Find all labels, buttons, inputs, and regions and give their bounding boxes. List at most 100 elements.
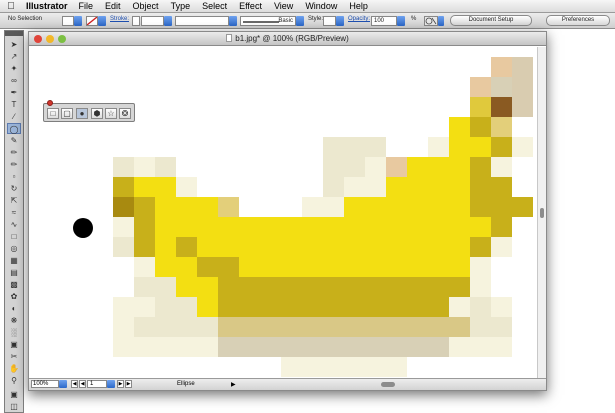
opacity-field[interactable]: 100 bbox=[371, 16, 397, 26]
brush-definition-field[interactable]: Basic bbox=[240, 16, 296, 26]
pen-tool-icon[interactable]: ✒ bbox=[7, 87, 21, 98]
stroke-swatch[interactable] bbox=[86, 16, 98, 26]
banana-pixel bbox=[365, 157, 386, 177]
banana-pixel bbox=[386, 217, 407, 237]
menu-help[interactable]: Help bbox=[349, 1, 368, 11]
artboard-number-field[interactable]: 1 bbox=[87, 380, 107, 388]
close-flyout-button[interactable] bbox=[47, 100, 53, 106]
perspective-grid-tool-icon[interactable]: ▦ bbox=[7, 255, 21, 266]
last-artboard-button[interactable]: ▶ bbox=[125, 380, 132, 388]
document-setup-button[interactable]: Document Setup bbox=[450, 15, 532, 26]
free-transform-tool-icon[interactable]: □ bbox=[7, 231, 21, 242]
graphic-style-swatch[interactable] bbox=[323, 16, 336, 26]
scale-tool-icon[interactable]: ⇱ bbox=[7, 195, 21, 206]
status-current-tool: Ellipse bbox=[177, 381, 195, 387]
opacity-label[interactable]: Opacity: bbox=[348, 16, 370, 22]
previous-artboard-button[interactable]: ◀ bbox=[79, 380, 86, 388]
banana-pixel bbox=[323, 337, 344, 357]
direct-selection-tool-icon[interactable]: ↗ bbox=[7, 51, 21, 62]
stroke-dropdown[interactable] bbox=[98, 16, 106, 26]
line-tool-icon[interactable]: ∕ bbox=[7, 111, 21, 122]
menu-file[interactable]: File bbox=[79, 1, 94, 11]
ellipse-tool-icon[interactable]: ● bbox=[76, 108, 88, 119]
artboard-dropdown[interactable] bbox=[107, 380, 115, 388]
next-artboard-button[interactable]: ▶ bbox=[117, 380, 124, 388]
menu-edit[interactable]: Edit bbox=[105, 1, 121, 11]
status-menu-arrow-icon[interactable]: ▶ bbox=[231, 381, 236, 388]
type-tool-icon[interactable]: T bbox=[7, 99, 21, 110]
variable-width-dropdown[interactable] bbox=[229, 16, 237, 26]
vertical-scrollbar[interactable] bbox=[537, 47, 546, 379]
vertical-scroll-thumb[interactable] bbox=[540, 208, 544, 218]
artboard-tool-icon[interactable]: ▣ bbox=[7, 339, 21, 350]
recolor-artwork-button[interactable] bbox=[424, 16, 438, 26]
menu-type[interactable]: Type bbox=[171, 1, 191, 11]
flare-tool-icon[interactable]: ❂ bbox=[119, 108, 131, 119]
drawn-ellipse[interactable] bbox=[73, 218, 93, 238]
banana-pixel bbox=[407, 197, 428, 217]
blend-tool-icon[interactable]: ◐ bbox=[7, 303, 21, 314]
ellipse-tool-icon[interactable]: ◯ bbox=[7, 123, 21, 134]
rotate-tool-icon[interactable]: ↻ bbox=[7, 183, 21, 194]
eyedropper-tool-icon[interactable]: ✿ bbox=[7, 291, 21, 302]
stroke-weight-dropdown[interactable] bbox=[164, 16, 172, 26]
banana-pixel bbox=[155, 297, 176, 317]
zoom-level-field[interactable]: 100% bbox=[31, 380, 59, 388]
menu-effect[interactable]: Effect bbox=[239, 1, 262, 11]
first-artboard-button[interactable]: ◀ bbox=[71, 380, 78, 388]
polygon-tool-icon[interactable]: ⬢ bbox=[91, 108, 103, 119]
preferences-button[interactable]: Preferences bbox=[546, 15, 610, 26]
graphic-style-dropdown[interactable] bbox=[336, 16, 344, 26]
hand-tool-icon[interactable]: ✋ bbox=[7, 363, 21, 374]
rectangle-tool-icon[interactable]: □ bbox=[47, 108, 59, 119]
shape-builder-tool-icon[interactable]: ◎ bbox=[7, 243, 21, 254]
width-tool-icon[interactable]: ≈ bbox=[7, 207, 21, 218]
menu-object[interactable]: Object bbox=[133, 1, 159, 11]
apple-icon[interactable]:  bbox=[0, 1, 22, 12]
app-menu[interactable]: Illustrator bbox=[26, 1, 68, 11]
gradient-tool-icon[interactable]: ▩ bbox=[7, 279, 21, 290]
rounded-rectangle-tool-icon[interactable]: ▢ bbox=[61, 108, 73, 119]
fill-dropdown[interactable] bbox=[74, 16, 82, 26]
pencil-tool-icon[interactable]: ✏ bbox=[7, 147, 21, 158]
zoom-dropdown[interactable] bbox=[59, 380, 67, 388]
warp-tool-icon[interactable]: ∿ bbox=[7, 219, 21, 230]
menu-window[interactable]: Window bbox=[305, 1, 337, 11]
opacity-dropdown[interactable] bbox=[397, 16, 405, 26]
mesh-tool-icon[interactable]: ▤ bbox=[7, 267, 21, 278]
fill-stroke-swatches-icon[interactable]: ▣ bbox=[7, 389, 21, 400]
tools-panel-grip[interactable] bbox=[5, 31, 23, 36]
drawing-modes-icon[interactable]: ◫ bbox=[7, 401, 21, 412]
lasso-tool-icon[interactable]: ∞ bbox=[7, 75, 21, 86]
magic-wand-tool-icon[interactable]: ✦ bbox=[7, 63, 21, 74]
symbol-sprayer-tool-icon[interactable]: ❋ bbox=[7, 315, 21, 326]
paintbrush-tool-icon[interactable]: ✎ bbox=[7, 135, 21, 146]
recolor-dropdown[interactable] bbox=[438, 16, 444, 26]
zoom-tool-icon[interactable]: ⚲ bbox=[7, 375, 21, 386]
stroke-weight-stepper[interactable] bbox=[132, 16, 140, 26]
fill-swatch[interactable] bbox=[62, 16, 74, 26]
selection-tool-icon[interactable]: ➤ bbox=[7, 39, 21, 50]
banana-pixel bbox=[407, 297, 428, 317]
stroke-weight-field[interactable] bbox=[141, 16, 164, 26]
banana-pixel bbox=[365, 217, 386, 237]
variable-width-field[interactable] bbox=[175, 16, 229, 26]
artboard-canvas[interactable]: □ ▢ ● ⬢ ☆ ❂ bbox=[29, 47, 539, 379]
style-label: Style: bbox=[308, 16, 324, 22]
slice-tool-icon[interactable]: ✂ bbox=[7, 351, 21, 362]
banana-pixel bbox=[113, 217, 134, 237]
horizontal-scroll-thumb[interactable] bbox=[381, 382, 395, 387]
banana-pixel bbox=[239, 297, 260, 317]
banana-pixel bbox=[428, 297, 449, 317]
eraser-tool-icon[interactable]: ▫ bbox=[7, 171, 21, 182]
document-titlebar[interactable]: b1.jpg* @ 100% (RGB/Preview) bbox=[29, 32, 546, 46]
banana-pixel bbox=[470, 317, 491, 337]
menu-view[interactable]: View bbox=[274, 1, 293, 11]
blob-brush-tool-icon[interactable]: ✏ bbox=[7, 159, 21, 170]
star-tool-icon[interactable]: ☆ bbox=[105, 108, 117, 119]
banana-pixel bbox=[323, 297, 344, 317]
menu-select[interactable]: Select bbox=[202, 1, 227, 11]
stroke-label[interactable]: Stroke: bbox=[110, 16, 129, 22]
column-graph-tool-icon[interactable]: ░ bbox=[7, 327, 21, 338]
brush-dropdown[interactable] bbox=[296, 16, 304, 26]
